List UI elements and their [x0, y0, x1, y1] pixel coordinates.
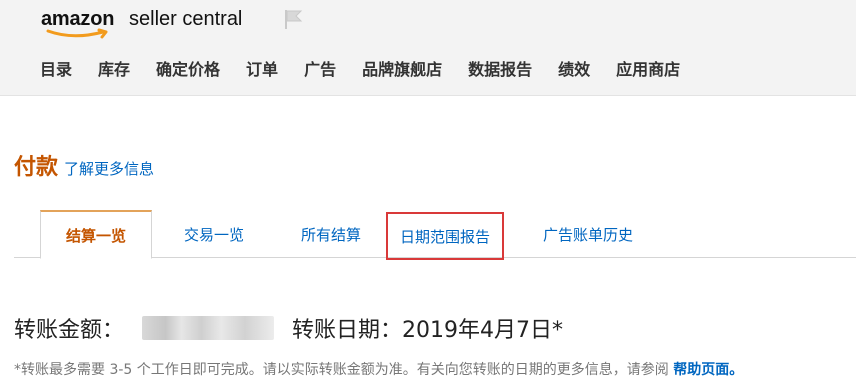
tab-advertising-invoice-history[interactable]: 广告账单历史 — [528, 210, 648, 258]
nav-item-pricing[interactable]: 确定价格 — [156, 60, 220, 80]
tab-label: 日期范围报告 — [399, 227, 490, 246]
transfer-footnote: *转账最多需要 3-5 个工作日即可完成。请以实际转账金额为准。有关向您转账的日… — [14, 360, 743, 380]
footnote-text: *转账最多需要 3-5 个工作日即可完成。请以实际转账金额为准。有关向您转账的日… — [14, 362, 669, 378]
transfer-info: 转账金额： 转账日期： 2019年4月7日* — [14, 310, 563, 346]
transfer-date-value: 2019年4月7日* — [402, 318, 564, 343]
nav-item-catalog[interactable]: 目录 — [40, 60, 72, 80]
nav-item-advertising[interactable]: 广告 — [304, 60, 336, 80]
tab-transaction-view[interactable]: 交易一览 — [159, 210, 269, 258]
transfer-amount-redacted — [142, 316, 275, 340]
learn-more-link[interactable]: 了解更多信息 — [64, 158, 154, 180]
nav-item-brand-store[interactable]: 品牌旗舰店 — [362, 60, 442, 80]
main-nav: 目录 库存 确定价格 订单 广告 品牌旗舰店 数据报告 绩效 应用商店 — [40, 58, 706, 82]
page-title-row: 付款 了解更多信息 — [14, 153, 154, 183]
nav-item-reports[interactable]: 数据报告 — [468, 60, 532, 80]
nav-item-inventory[interactable]: 库存 — [98, 60, 130, 80]
transfer-amount-label: 转账金额： — [14, 318, 125, 343]
nav-item-orders[interactable]: 订单 — [246, 60, 278, 80]
amazon-smile-icon — [46, 28, 108, 39]
nav-item-appstore[interactable]: 应用商店 — [616, 60, 680, 80]
help-page-link[interactable]: 帮助页面。 — [673, 362, 743, 378]
logo-suffix-text: seller central — [129, 8, 243, 30]
payment-tabs: 结算一览 交易一览 所有结算 日期范围报告 广告账单历史 — [14, 210, 856, 260]
tab-label: 所有结算 — [300, 225, 361, 244]
nav-item-performance[interactable]: 绩效 — [558, 60, 590, 80]
tab-date-range-reports[interactable]: 日期范围报告 — [386, 212, 504, 260]
page-title: 付款 — [14, 155, 59, 180]
flag-icon[interactable] — [281, 7, 305, 31]
top-header: amazon seller central 目录 库存 确定价格 订单 广告 品… — [0, 0, 856, 96]
tab-label: 交易一览 — [183, 225, 244, 244]
tab-settlement-summary[interactable]: 结算一览 — [40, 210, 152, 259]
tab-label: 广告账单历史 — [542, 225, 633, 244]
payments-page: amazon seller central 目录 库存 确定价格 订单 广告 品… — [0, 0, 856, 391]
transfer-date-label: 转账日期： — [292, 318, 403, 343]
tab-label: 结算一览 — [65, 226, 126, 245]
tab-all-statements[interactable]: 所有结算 — [276, 210, 386, 258]
seller-central-logo[interactable]: amazon seller central — [41, 6, 261, 40]
